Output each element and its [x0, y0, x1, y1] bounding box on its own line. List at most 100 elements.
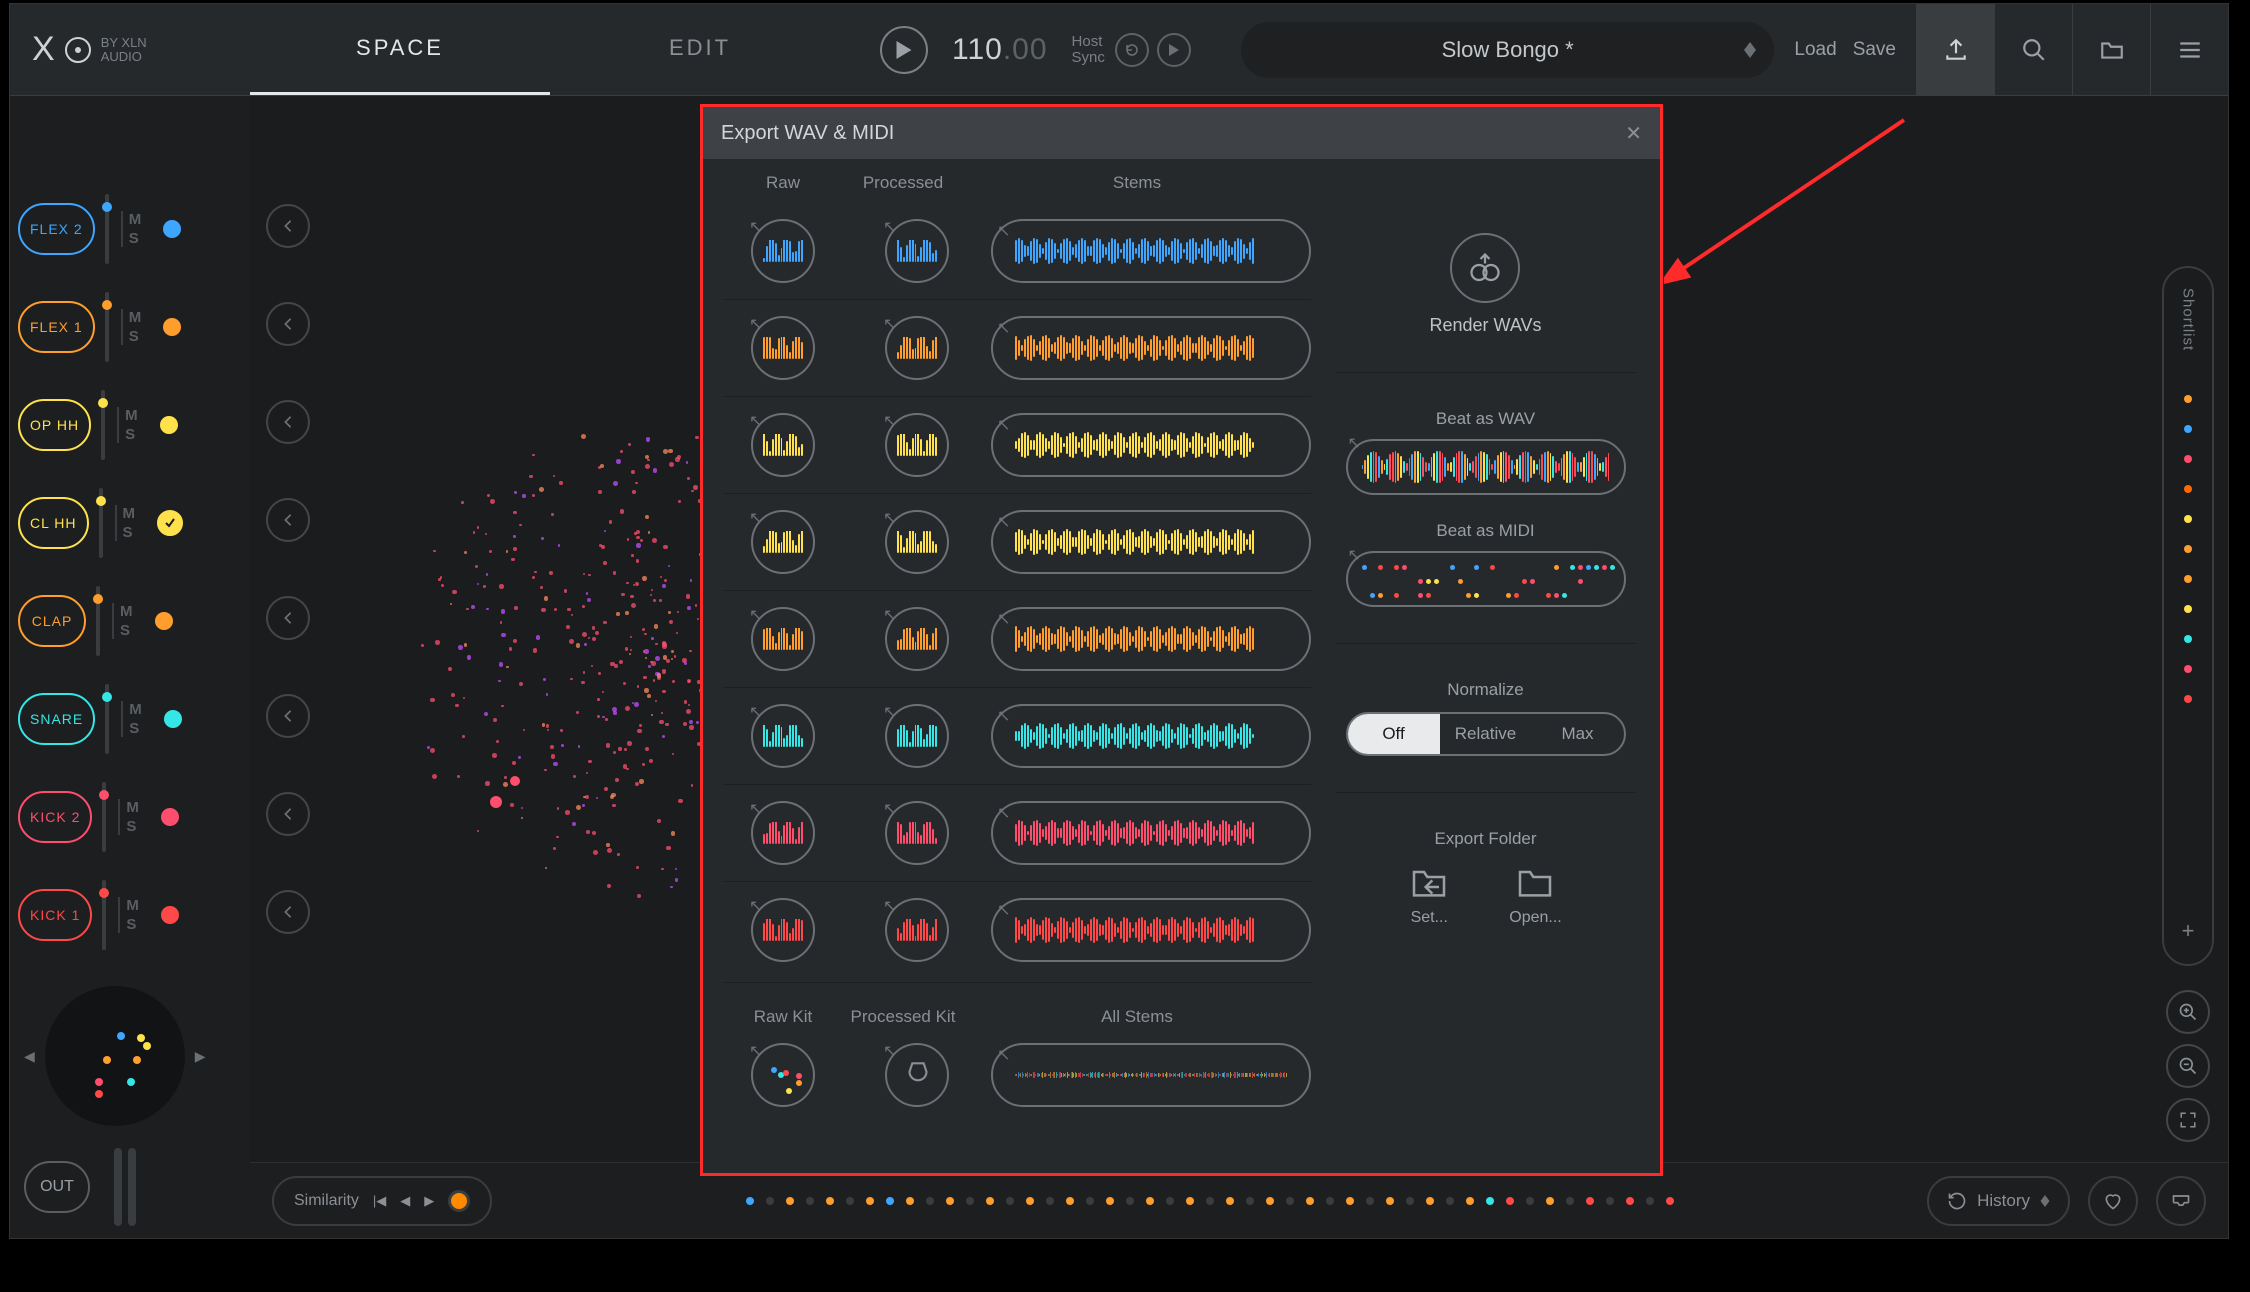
processed-knob[interactable]: ↖: [885, 801, 949, 865]
shortlist-item[interactable]: [2184, 605, 2192, 613]
loop-icon[interactable]: [1115, 33, 1149, 67]
solo-button[interactable]: S: [129, 230, 142, 247]
raw-kit-knob[interactable]: ↖: [751, 1043, 815, 1107]
close-icon[interactable]: ✕: [1625, 121, 1642, 146]
seq-step[interactable]: [1226, 1197, 1234, 1205]
solo-button[interactable]: S: [123, 524, 136, 541]
raw-knob[interactable]: ↖: [751, 801, 815, 865]
render-wavs-icon[interactable]: [1450, 233, 1520, 303]
seq-step[interactable]: [1666, 1197, 1674, 1205]
seq-step[interactable]: [1586, 1197, 1594, 1205]
preset-stepper[interactable]: [1744, 42, 1756, 58]
processed-knob[interactable]: ↖: [885, 898, 949, 962]
open-folder-button[interactable]: Open...: [1509, 865, 1561, 927]
seq-step[interactable]: [1026, 1197, 1034, 1205]
out-button[interactable]: OUT: [24, 1161, 90, 1213]
seq-step[interactable]: [1146, 1197, 1154, 1205]
set-folder-button[interactable]: Set...: [1409, 865, 1449, 927]
seq-step[interactable]: [1486, 1197, 1494, 1205]
shortlist-item[interactable]: [2184, 695, 2192, 703]
raw-knob[interactable]: ↖: [751, 413, 815, 477]
seq-step[interactable]: [746, 1197, 754, 1205]
tab-edit[interactable]: EDIT: [550, 4, 850, 95]
channel-slider[interactable]: .channel:nth-child(2) .ch-slider::after{…: [105, 292, 109, 362]
channel-label[interactable]: CL HH: [18, 497, 89, 549]
channel-label[interactable]: FLEX 2: [18, 203, 95, 255]
channel-slider[interactable]: .channel:nth-child(6) .ch-slider::after{…: [105, 684, 109, 754]
favorite-icon[interactable]: [2088, 1176, 2138, 1226]
seq-step[interactable]: [1506, 1197, 1514, 1205]
seq-step[interactable]: [766, 1197, 774, 1205]
seq-step[interactable]: [966, 1197, 974, 1205]
channel-label[interactable]: KICK 2: [18, 791, 92, 843]
raw-knob[interactable]: ↖: [751, 316, 815, 380]
seq-step[interactable]: [1346, 1197, 1354, 1205]
seq-step[interactable]: [1246, 1197, 1254, 1205]
channel-label[interactable]: KICK 1: [18, 889, 92, 941]
search-icon[interactable]: [1994, 4, 2072, 96]
seq-step[interactable]: [886, 1197, 894, 1205]
chevron-icon[interactable]: [266, 694, 310, 738]
mute-button[interactable]: M: [129, 701, 142, 718]
shortlist-item[interactable]: [2184, 395, 2192, 403]
chevron-icon[interactable]: [266, 498, 310, 542]
channel-slider[interactable]: .channel:nth-child(4) .ch-slider::after{…: [99, 488, 103, 558]
channel-slider[interactable]: .channel:nth-child(7) .ch-slider::after{…: [102, 782, 106, 852]
solo-button[interactable]: S: [129, 328, 142, 345]
solo-button[interactable]: S: [125, 426, 138, 443]
shortlist-item[interactable]: [2184, 575, 2192, 583]
seq-step[interactable]: [1366, 1197, 1374, 1205]
seq-step[interactable]: [866, 1197, 874, 1205]
play-button[interactable]: [880, 26, 928, 74]
zoom-out-icon[interactable]: [2166, 1044, 2210, 1088]
chevron-icon[interactable]: [266, 890, 310, 934]
seq-step[interactable]: [1626, 1197, 1634, 1205]
all-stems[interactable]: ↖: [991, 1043, 1311, 1107]
seq-step[interactable]: [1046, 1197, 1054, 1205]
seq-step[interactable]: [1606, 1197, 1614, 1205]
seq-step[interactable]: [1546, 1197, 1554, 1205]
tab-space[interactable]: SPACE: [250, 4, 550, 95]
seq-step[interactable]: [946, 1197, 954, 1205]
channel-label[interactable]: SNARE: [18, 693, 95, 745]
seq-step[interactable]: [1126, 1197, 1134, 1205]
seq-step[interactable]: [846, 1197, 854, 1205]
shortlist-item[interactable]: [2184, 635, 2192, 643]
shortlist-item[interactable]: [2184, 455, 2192, 463]
menu-icon[interactable]: [2150, 4, 2228, 96]
raw-knob[interactable]: ↖: [751, 219, 815, 283]
processed-knob[interactable]: ↖: [885, 316, 949, 380]
seq-step[interactable]: [986, 1197, 994, 1205]
shortlist-item[interactable]: [2184, 485, 2192, 493]
chevron-icon[interactable]: [266, 792, 310, 836]
stem-track[interactable]: ↖: [991, 704, 1311, 768]
seq-step[interactable]: [1066, 1197, 1074, 1205]
channel-label[interactable]: OP HH: [18, 399, 91, 451]
seq-step[interactable]: [1186, 1197, 1194, 1205]
seq-step[interactable]: [1406, 1197, 1414, 1205]
preset-selector[interactable]: Slow Bongo *: [1241, 22, 1775, 78]
stem-track[interactable]: ↖: [991, 801, 1311, 865]
seq-step[interactable]: [1166, 1197, 1174, 1205]
seq-step[interactable]: [1086, 1197, 1094, 1205]
mute-button[interactable]: M: [126, 799, 139, 816]
processed-knob[interactable]: ↖: [885, 219, 949, 283]
seq-step[interactable]: [786, 1197, 794, 1205]
seq-step[interactable]: [1526, 1197, 1534, 1205]
processed-knob[interactable]: ↖: [885, 510, 949, 574]
folder-icon[interactable]: [2072, 4, 2150, 96]
similarity-rec[interactable]: [448, 1190, 470, 1212]
chevron-icon[interactable]: [266, 596, 310, 640]
normalize-off[interactable]: Off: [1348, 714, 1440, 754]
mute-button[interactable]: M: [125, 407, 138, 424]
raw-knob[interactable]: ↖: [751, 704, 815, 768]
similarity-first[interactable]: |◀: [373, 1193, 386, 1209]
channel-slider[interactable]: .channel:nth-child(5) .ch-slider::after{…: [96, 586, 100, 656]
tempo-display[interactable]: 110.00: [952, 33, 1048, 67]
seq-step[interactable]: [1286, 1197, 1294, 1205]
similarity-next[interactable]: ▶: [424, 1193, 434, 1209]
beat-as-wav[interactable]: ↖: [1346, 439, 1626, 495]
mute-button[interactable]: M: [123, 505, 136, 522]
mute-button[interactable]: M: [129, 309, 142, 326]
shortlist-add[interactable]: +: [2182, 918, 2195, 944]
